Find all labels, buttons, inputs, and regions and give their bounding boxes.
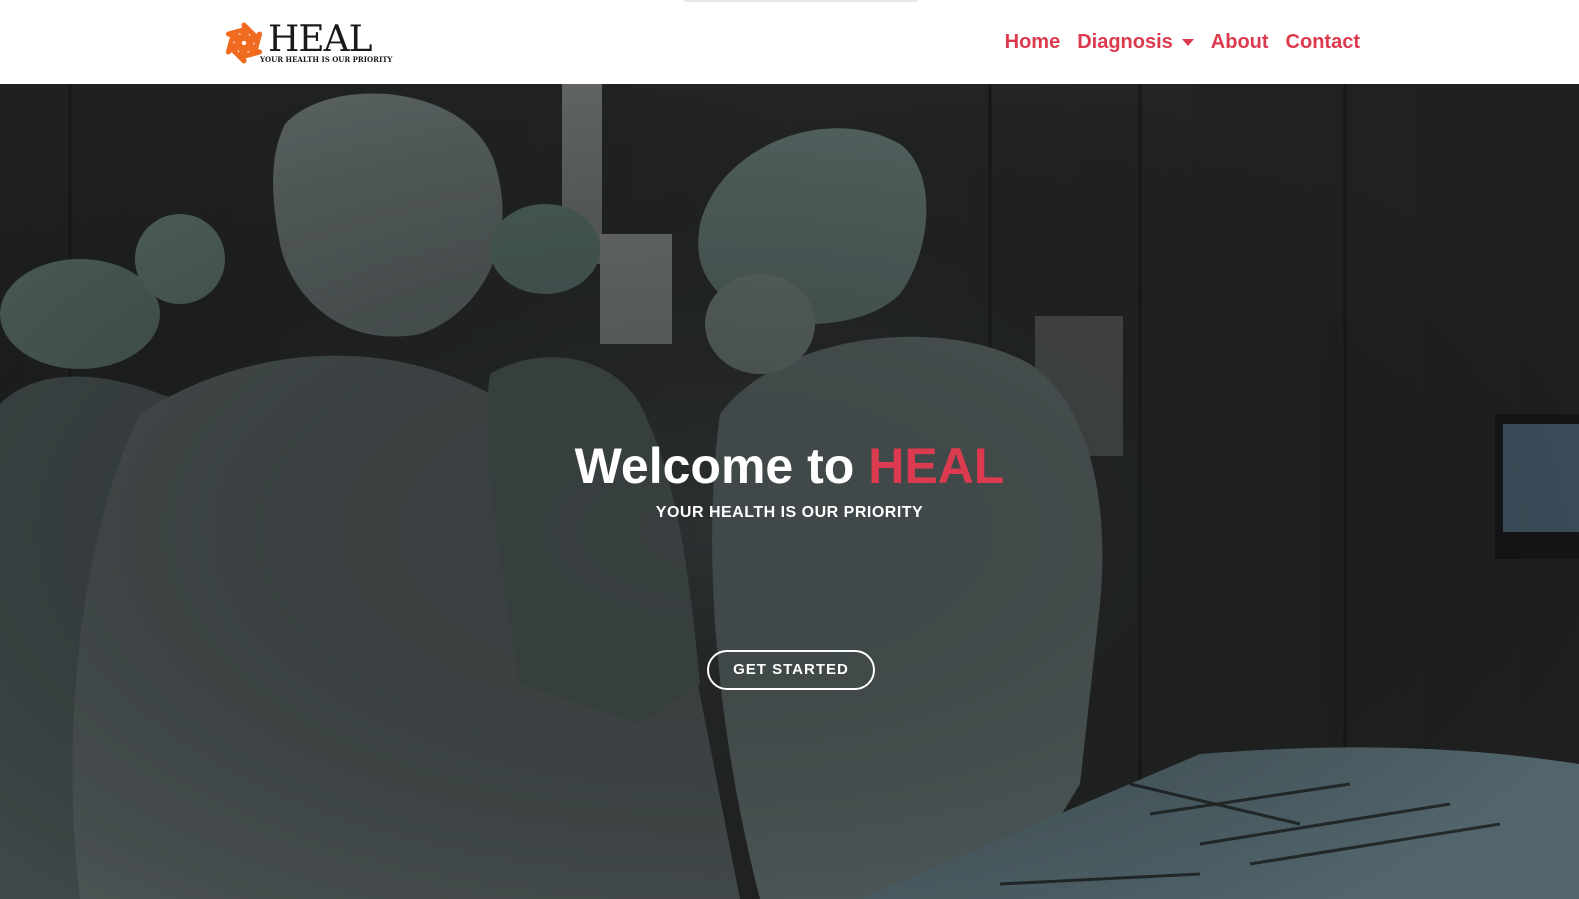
hero-subtitle: YOUR HEALTH IS OUR PRIORITY [655,504,924,521]
nav-diagnosis-dropdown[interactable]: Diagnosis [1077,28,1194,56]
nav-home-link[interactable]: Home [1005,28,1061,56]
logo-tagline: YOUR HEALTH IS OUR PRIORITY [260,55,393,64]
caret-down-icon [1181,38,1194,46]
hero-title: Welcome to HEAL [0,434,1579,498]
logo-text-block: HEAL YOUR HEALTH IS OUR PRIORITY [260,19,392,66]
hero-section: Welcome to HEAL YOUR HEALTH IS OUR PRIOR… [0,84,1579,899]
hero-title-prefix: Welcome to [574,438,869,494]
nav-contact-link[interactable]: Contact [1286,28,1360,56]
main-nav: Home Diagnosis About Contact [1005,28,1360,56]
flower-emblem-icon [225,22,263,64]
site-logo[interactable]: HEAL YOUR HEALTH IS OUR PRIORITY [224,19,392,66]
hero-title-brand: HEAL [868,438,1005,494]
logo-wordmark: HEAL [268,19,373,60]
get-started-button[interactable]: GET STARTED [707,650,875,690]
nav-diagnosis-label: Diagnosis [1077,31,1173,53]
nav-about-link[interactable]: About [1211,28,1269,56]
top-pill-decoration [683,0,919,2]
top-navbar: HEAL YOUR HEALTH IS OUR PRIORITY Home Di… [0,0,1579,84]
hero-text: Welcome to HEAL YOUR HEALTH IS OUR PRIOR… [0,434,1579,524]
